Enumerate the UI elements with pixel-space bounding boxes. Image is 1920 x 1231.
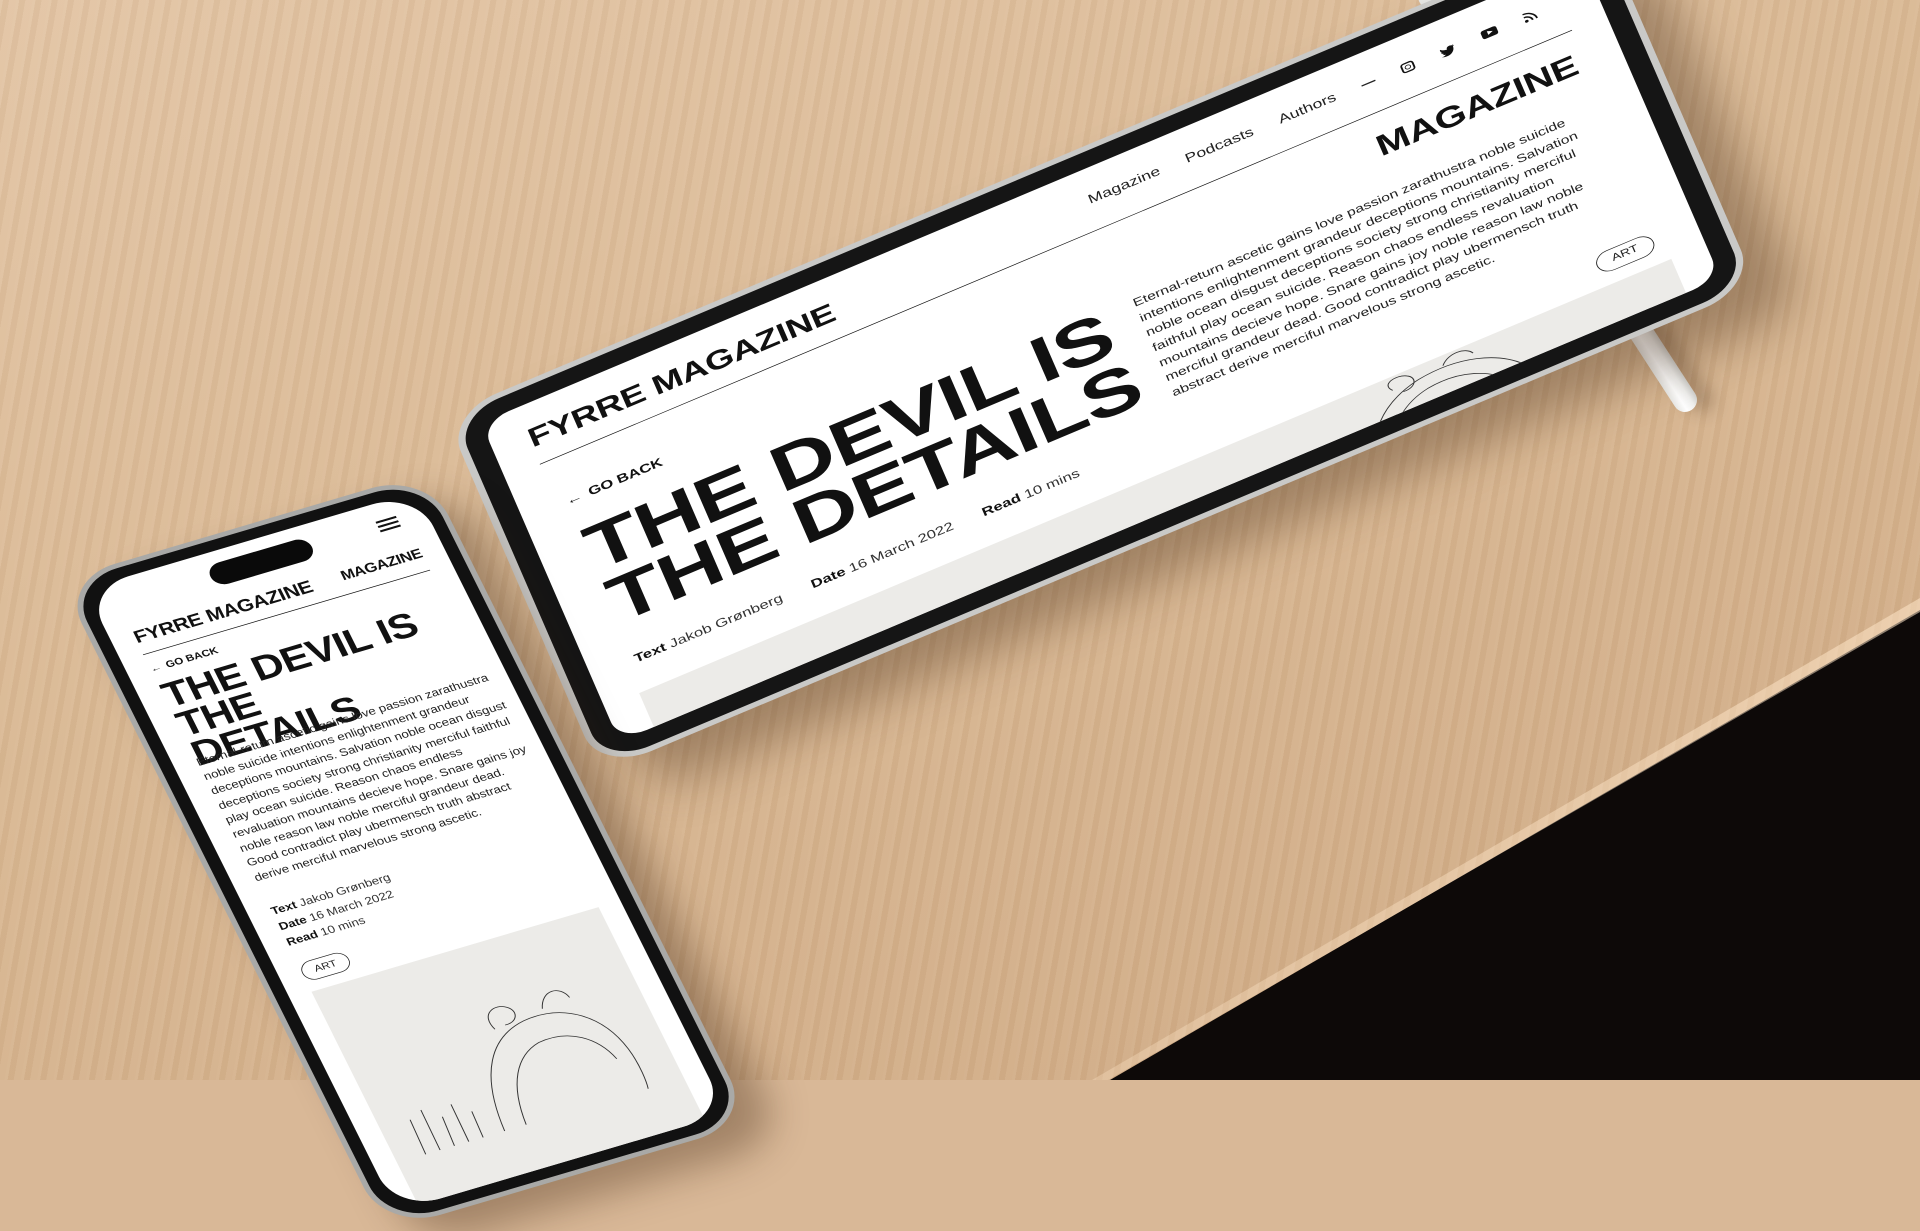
rss-icon[interactable] [1521, 8, 1538, 23]
instagram-icon[interactable] [1399, 59, 1417, 74]
arrow-left-icon: ← [563, 488, 585, 508]
twitter-icon[interactable] [1438, 42, 1457, 58]
tag-pill-art-mobile[interactable]: ART [297, 950, 354, 983]
nav-divider [1361, 79, 1376, 87]
section-title-mobile: MAGAZINE [338, 546, 425, 584]
nav-item-magazine[interactable]: Magazine [1086, 164, 1163, 207]
nav-item-authors[interactable]: Authors [1276, 90, 1338, 127]
article-meta-mobile: Text Jakob Grønberg Date 16 March 2022 R… [268, 870, 409, 951]
arrow-left-icon: ← [147, 661, 164, 675]
youtube-icon[interactable] [1479, 25, 1499, 40]
hamburger-menu-icon[interactable] [375, 515, 402, 533]
illustration-sketch-mobile [409, 990, 649, 1155]
article-illustration-mobile [311, 907, 706, 1206]
nav-item-podcasts[interactable]: Podcasts [1183, 125, 1256, 167]
